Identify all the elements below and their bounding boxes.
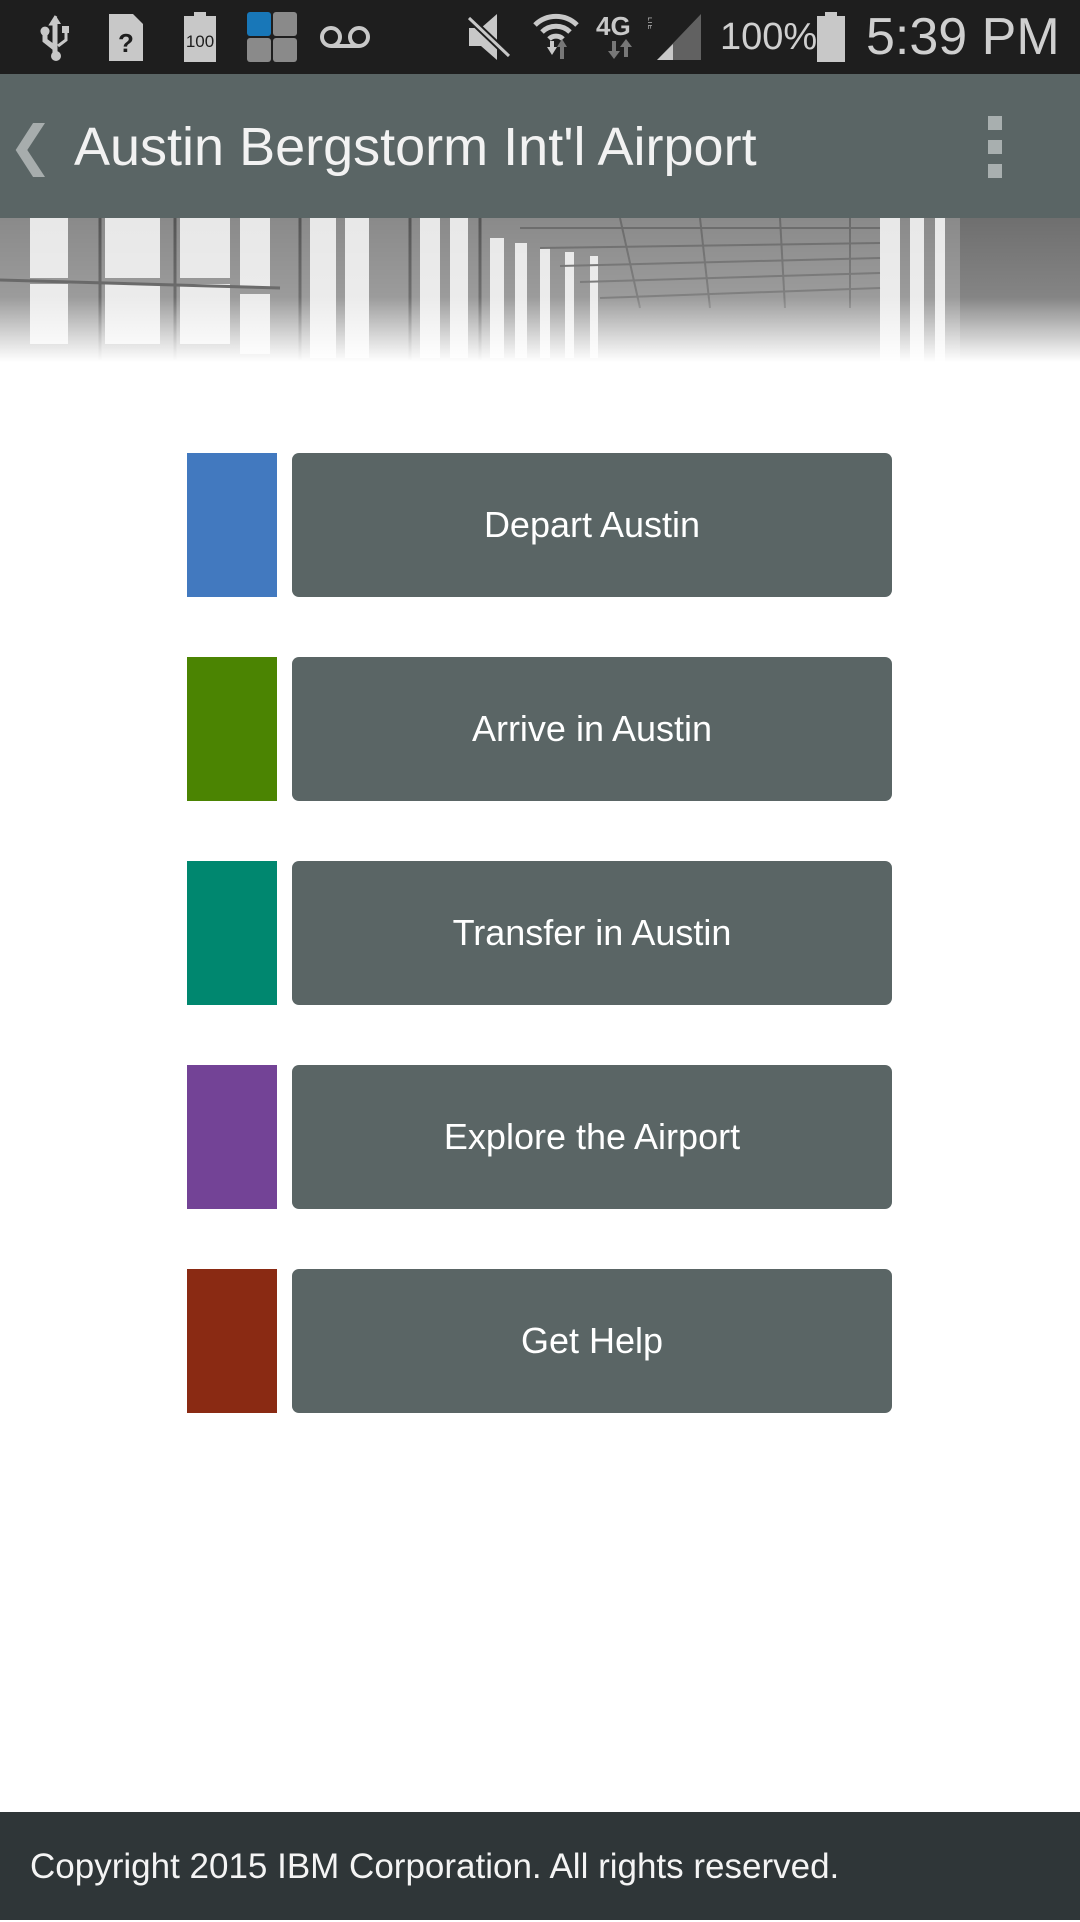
depart-color-swatch xyxy=(187,453,277,597)
battery-icon xyxy=(814,12,848,62)
battery-100-notification-icon: 100 xyxy=(180,12,220,62)
menu-item-transfer: Transfer in Austin xyxy=(187,861,892,1005)
wifi-icon xyxy=(532,12,580,62)
explore-color-swatch xyxy=(187,1065,277,1209)
status-bar: ? 100 4G LTE 100% 5:39 PM xyxy=(0,0,1080,74)
sim-unknown-icon: ? xyxy=(106,12,146,62)
4g-lte-icon: 4G LTE xyxy=(596,11,652,62)
overflow-menu-button[interactable] xyxy=(984,116,1008,178)
app-grid-icon xyxy=(244,12,300,62)
app-header: ❮ Austin Bergstorm Int'l Airport xyxy=(0,74,1080,218)
more-vert-dot xyxy=(988,164,1002,178)
terminal-banner-image xyxy=(0,218,1080,362)
menu-item-depart: Depart Austin xyxy=(187,453,892,597)
depart-austin-button[interactable]: Depart Austin xyxy=(292,453,892,597)
battery-percent: 100% xyxy=(720,16,818,58)
usb-icon xyxy=(36,12,76,62)
get-help-button[interactable]: Get Help xyxy=(292,1269,892,1413)
transfer-color-swatch xyxy=(187,861,277,1005)
menu-item-arrive: Arrive in Austin xyxy=(187,657,892,801)
signal-icon xyxy=(654,12,704,62)
voicemail-icon xyxy=(318,12,372,62)
page-title: Austin Bergstorm Int'l Airport xyxy=(74,117,757,177)
transfer-in-austin-button[interactable]: Transfer in Austin xyxy=(292,861,892,1005)
menu-item-help: Get Help xyxy=(187,1269,892,1413)
back-button[interactable]: ❮ xyxy=(8,74,53,218)
svg-text:?: ? xyxy=(118,28,134,58)
footer: Copyright 2015 IBM Corporation. All righ… xyxy=(0,1812,1080,1920)
menu-item-explore: Explore the Airport xyxy=(187,1065,892,1209)
explore-the-airport-button[interactable]: Explore the Airport xyxy=(292,1065,892,1209)
arrive-in-austin-button[interactable]: Arrive in Austin xyxy=(292,657,892,801)
svg-text:4G: 4G xyxy=(596,11,631,41)
help-color-swatch xyxy=(187,1269,277,1413)
copyright-text: Copyright 2015 IBM Corporation. All righ… xyxy=(30,1847,840,1886)
more-vert-dot xyxy=(988,140,1002,154)
arrive-color-swatch xyxy=(187,657,277,801)
clock: 5:39 PM xyxy=(866,8,1060,66)
svg-text:LTE: LTE xyxy=(646,17,652,30)
more-vert-icon xyxy=(988,116,1002,130)
mute-icon xyxy=(466,12,514,62)
svg-text:100: 100 xyxy=(186,32,214,51)
